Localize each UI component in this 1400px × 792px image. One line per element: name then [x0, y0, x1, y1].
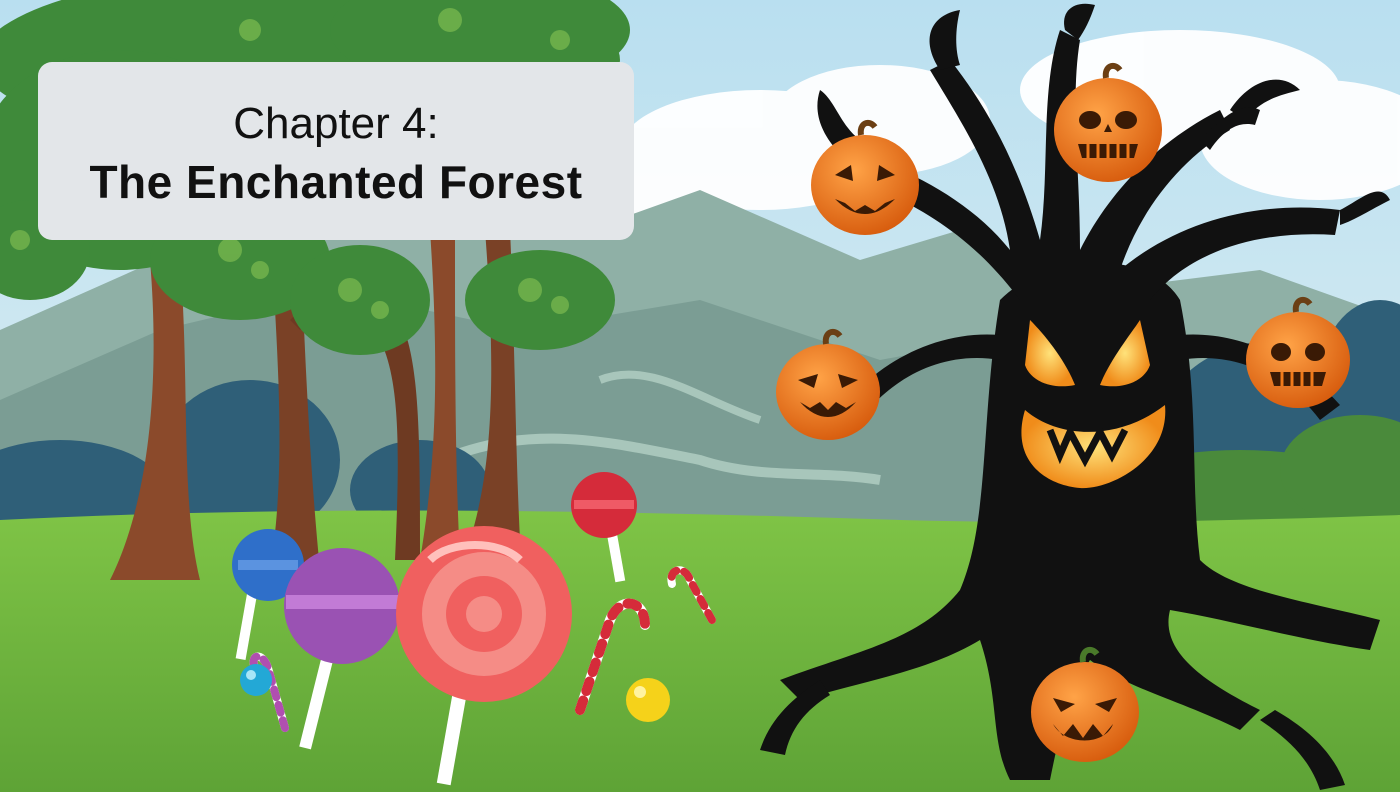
chapter-title: The Enchanted Forest	[89, 156, 583, 208]
story-scene: Chapter 4: The Enchanted Forest	[0, 0, 1400, 792]
chapter-title-card: Chapter 4: The Enchanted Forest	[38, 62, 634, 240]
chapter-number: Chapter 4:	[233, 99, 439, 148]
